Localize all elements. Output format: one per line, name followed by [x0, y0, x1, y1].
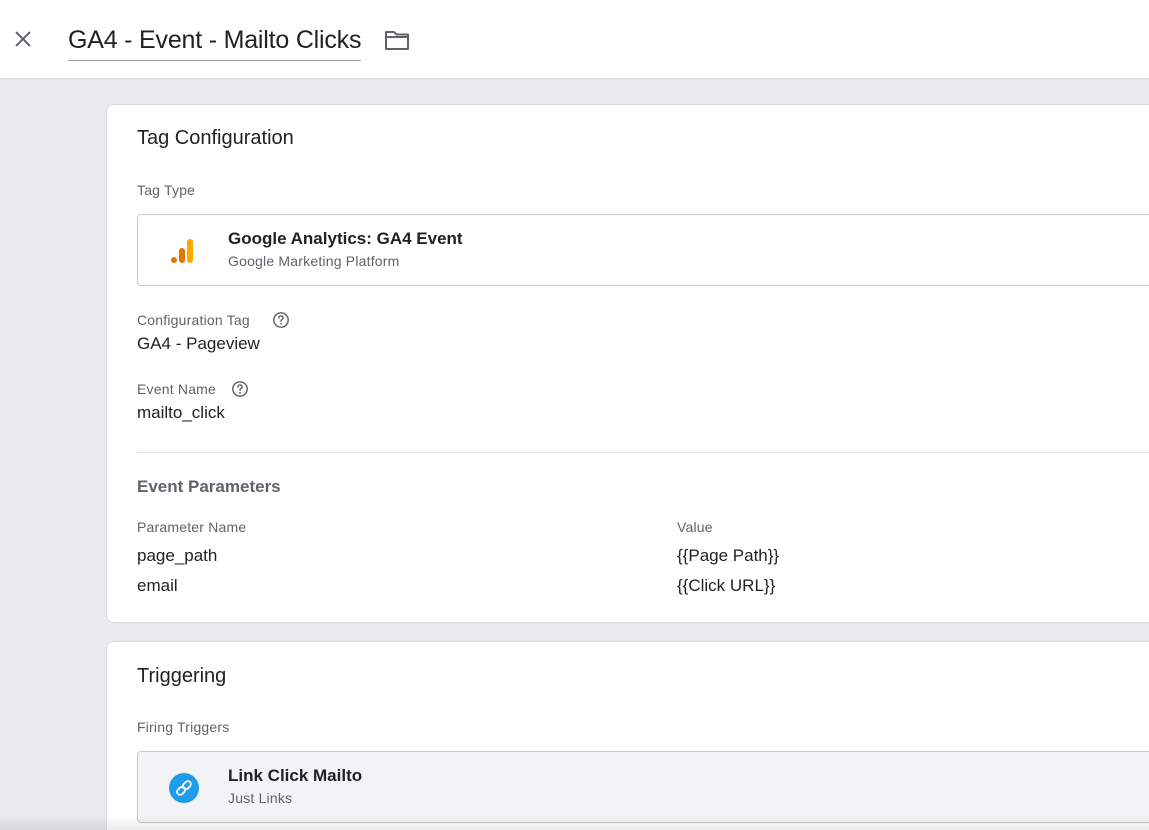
column-header-value: Value	[677, 519, 713, 535]
trigger-name: Link Click Mailto	[228, 766, 363, 785]
help-icon[interactable]	[272, 311, 290, 329]
column-header-parameter-name: Parameter Name	[137, 519, 247, 535]
tag-type-selector[interactable]: Google Analytics: GA4 Event Google Marke…	[137, 214, 1149, 286]
tag-type-vendor: Google Marketing Platform	[228, 253, 400, 269]
link-icon	[169, 773, 199, 803]
help-icon[interactable]	[231, 380, 249, 398]
folder-icon	[385, 31, 409, 50]
triggering-card[interactable]: Triggering Firing Triggers Link Click Ma…	[106, 641, 1149, 830]
parameter-value-cell: {{Page Path}}	[677, 546, 780, 565]
bottom-shadow	[0, 816, 1149, 830]
parameter-name-cell: page_path	[137, 546, 218, 565]
parameter-name-cell: email	[137, 576, 178, 595]
trigger-item[interactable]: Link Click Mailto Just Links	[137, 751, 1149, 823]
google-analytics-icon	[171, 239, 193, 263]
top-bar: GA4 - Event - Mailto Clicks	[0, 0, 1149, 79]
configuration-tag-label: Configuration Tag	[137, 312, 250, 328]
folder-button[interactable]	[382, 26, 412, 54]
parameter-value-cell: {{Click URL}}	[677, 576, 776, 595]
close-icon	[15, 31, 31, 47]
event-name-value: mailto_click	[137, 403, 225, 422]
event-name-label: Event Name	[137, 381, 217, 397]
firing-triggers-label: Firing Triggers	[137, 719, 230, 735]
card-title: Triggering	[137, 665, 227, 687]
event-parameters-heading: Event Parameters	[137, 477, 281, 496]
divider	[137, 452, 1149, 453]
tag-type-name: Google Analytics: GA4 Event	[228, 229, 463, 248]
trigger-type: Just Links	[228, 790, 293, 806]
tag-configuration-card[interactable]: Tag Configuration Tag Type Google Analyt…	[106, 104, 1149, 623]
configuration-tag-value: GA4 - Pageview	[137, 334, 260, 353]
close-button[interactable]	[8, 24, 38, 54]
tag-name-field[interactable]: GA4 - Event - Mailto Clicks	[68, 22, 361, 61]
tag-type-label: Tag Type	[137, 182, 196, 198]
card-title: Tag Configuration	[137, 127, 294, 149]
